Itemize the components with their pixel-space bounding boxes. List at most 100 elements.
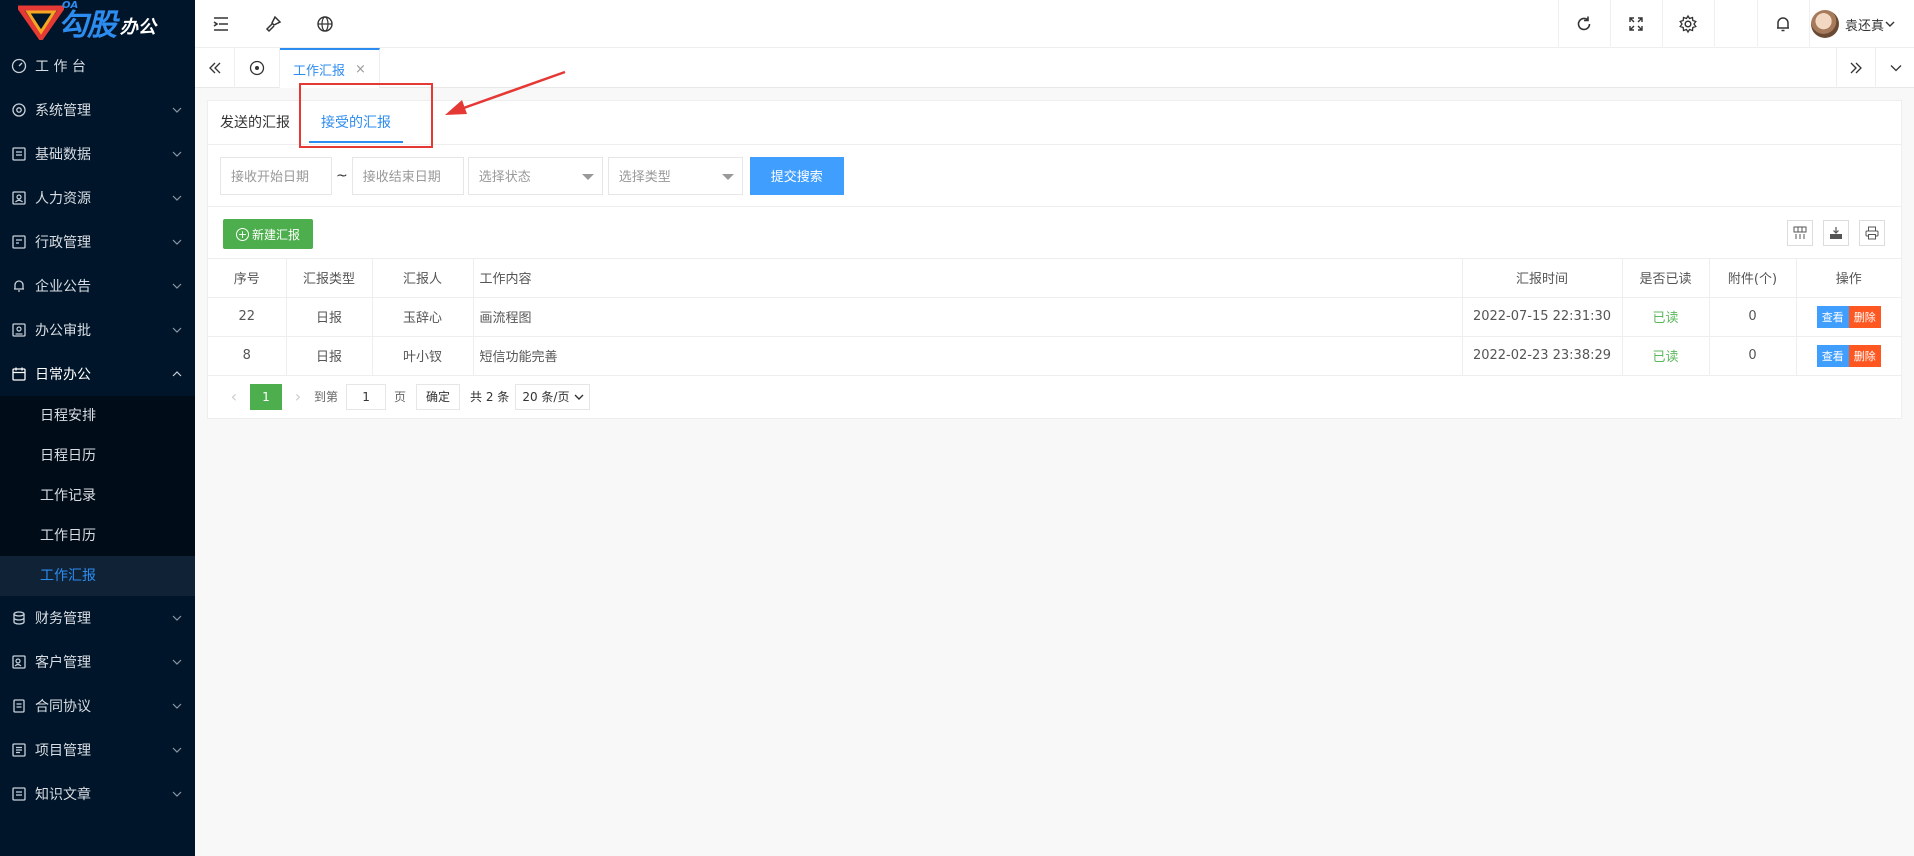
- table-header-row: 序号 汇报类型 汇报人 工作内容 汇报时间 是否已读 附件(个) 操作: [208, 259, 1901, 298]
- sidebar-item-article[interactable]: 知识文章: [0, 772, 195, 816]
- sidebar-item-customer[interactable]: 客户管理: [0, 640, 195, 684]
- home-tab-icon[interactable]: [235, 48, 280, 88]
- contract-icon: [11, 698, 27, 714]
- sidebar-item-label: 日常办公: [35, 367, 91, 383]
- column-header[interactable]: 附件(个): [1709, 259, 1797, 298]
- sidebar-item-basedata[interactable]: 基础数据: [0, 132, 195, 176]
- chevron-down-icon: [171, 192, 183, 204]
- page-size-label: 20 条/页: [522, 390, 570, 404]
- cell-time: 2022-02-23 23:38:29: [1462, 336, 1623, 376]
- cell-attachments: 0: [1709, 297, 1797, 337]
- export-icon[interactable]: [1823, 220, 1849, 246]
- column-header[interactable]: 汇报类型: [286, 259, 373, 298]
- status-select[interactable]: 选择状态: [467, 156, 603, 195]
- sidebar-item-approval[interactable]: 办公审批: [0, 308, 195, 352]
- sidebar-item-label: 行政管理: [35, 235, 91, 251]
- gear-icon[interactable]: [1662, 0, 1714, 48]
- prev-page-icon[interactable]: ‹: [224, 387, 244, 406]
- column-header[interactable]: 序号: [208, 259, 287, 298]
- tab-received-reports[interactable]: 接受的汇报: [309, 101, 403, 145]
- sidebar-subitem-work-calendar[interactable]: 工作日历: [0, 516, 195, 556]
- logo-triangle-icon: [18, 5, 64, 40]
- sidebar-item-hr[interactable]: 人力资源: [0, 176, 195, 220]
- cell-actions: 查看 删除: [1796, 297, 1901, 337]
- date-separator: ~: [336, 167, 348, 184]
- cell-time: 2022-07-15 22:31:30: [1462, 297, 1623, 337]
- scroll-left-icon[interactable]: [195, 48, 235, 88]
- report-card: 发送的汇报 接受的汇报 接收开始日期 ~ 接收结束日期 选择状态 选择类型 提交…: [207, 100, 1902, 419]
- sidebar-subitem-schedule-calendar[interactable]: 日程日历: [0, 436, 195, 476]
- globe-icon[interactable]: [299, 0, 351, 48]
- sidebar-item-project[interactable]: 项目管理: [0, 728, 195, 772]
- cell-read-status: 已读: [1622, 297, 1710, 337]
- cell-id: 22: [208, 297, 287, 337]
- user-menu[interactable]: 袁还真: [1810, 0, 1896, 48]
- chevron-down-icon: [171, 656, 183, 668]
- delete-button[interactable]: 删除: [1848, 305, 1881, 328]
- tab-sent-reports[interactable]: 发送的汇报: [220, 101, 290, 145]
- sidebar-item-notice[interactable]: 企业公告: [0, 264, 195, 308]
- cell-actions: 查看 删除: [1796, 336, 1901, 376]
- table-row[interactable]: 22 日报 玉辞心 画流程图 2022-07-15 22:31:30 已读 0 …: [208, 297, 1901, 337]
- tab-menu-chevron-icon[interactable]: [1876, 48, 1914, 88]
- print-icon[interactable]: [1859, 220, 1885, 246]
- cell-type: 日报: [286, 297, 373, 337]
- chevron-down-icon: [171, 788, 183, 800]
- scroll-right-icon[interactable]: [1836, 48, 1876, 88]
- end-date-input[interactable]: 接收结束日期: [351, 156, 464, 195]
- goto-label: 到第: [314, 390, 339, 404]
- sidebar-item-dashboard[interactable]: 工 作 台: [0, 44, 195, 88]
- logo-suffix: 办公: [120, 17, 156, 38]
- current-page[interactable]: 1: [250, 383, 282, 410]
- sidebar-item-system[interactable]: 系统管理: [0, 88, 195, 132]
- admin-icon: [11, 234, 27, 250]
- sidebar-item-admin[interactable]: 行政管理: [0, 220, 195, 264]
- chevron-down-icon: [1885, 21, 1895, 27]
- sidebar-item-label: 项目管理: [35, 743, 91, 759]
- page-number-input[interactable]: 1: [346, 383, 387, 410]
- column-header[interactable]: 汇报人: [372, 259, 474, 298]
- sidebar: OA 勾股 办公 工 作 台 系统管理 基础数据 人力资源 行政管理 企业公告 …: [0, 0, 195, 856]
- table-row[interactable]: 8 日报 叶小钗 短信功能完善 2022-02-23 23:38:29 已读 0…: [208, 336, 1901, 376]
- tab-work-report[interactable]: 工作汇报 ×: [280, 48, 380, 88]
- menu-toggle-icon[interactable]: [195, 0, 247, 48]
- refresh-icon[interactable]: [1558, 0, 1610, 48]
- column-header[interactable]: 操作: [1796, 259, 1901, 298]
- view-button[interactable]: 查看: [1816, 344, 1849, 367]
- sidebar-item-label: 合同协议: [35, 699, 91, 715]
- sidebar-item-daily[interactable]: 日常办公: [0, 352, 195, 396]
- avatar: [1810, 10, 1839, 38]
- column-header[interactable]: 汇报时间: [1462, 259, 1623, 298]
- cell-content: 画流程图: [473, 297, 1463, 337]
- sidebar-subitem-work-report[interactable]: 工作汇报: [0, 556, 195, 596]
- start-date-input[interactable]: 接收开始日期: [220, 156, 332, 195]
- brush-icon[interactable]: [247, 0, 299, 48]
- new-report-button[interactable]: + 新建汇报: [223, 219, 313, 249]
- column-header[interactable]: 工作内容: [473, 259, 1463, 298]
- database-icon: [11, 146, 27, 162]
- report-table: 序号 汇报类型 汇报人 工作内容 汇报时间 是否已读 附件(个) 操作 22 日…: [208, 259, 1901, 376]
- page-size-select[interactable]: 20 条/页: [515, 383, 591, 410]
- bell-icon[interactable]: [1757, 0, 1809, 48]
- settings-icon: [11, 102, 27, 118]
- type-select[interactable]: 选择类型: [607, 156, 743, 195]
- sidebar-item-contract[interactable]: 合同协议: [0, 684, 195, 728]
- column-header[interactable]: 是否已读: [1622, 259, 1710, 298]
- sidebar-subitem-schedule[interactable]: 日程安排: [0, 396, 195, 436]
- cell-id: 8: [208, 336, 287, 376]
- delete-button[interactable]: 删除: [1848, 344, 1881, 367]
- view-button[interactable]: 查看: [1816, 305, 1849, 328]
- next-page-icon[interactable]: ›: [288, 387, 308, 406]
- filter-bar: 接收开始日期 ~ 接收结束日期 选择状态 选择类型 提交搜索: [208, 145, 1901, 207]
- confirm-page-button[interactable]: 确定: [416, 383, 461, 410]
- search-button[interactable]: 提交搜索: [749, 156, 844, 195]
- close-icon[interactable]: ×: [355, 62, 366, 77]
- columns-filter-icon[interactable]: [1787, 220, 1813, 246]
- approval-icon: [11, 322, 27, 338]
- fullscreen-icon[interactable]: [1610, 0, 1662, 48]
- cell-read-status: 已读: [1622, 336, 1710, 376]
- sidebar-item-label: 财务管理: [35, 611, 91, 627]
- tab-label: 工作汇报: [293, 63, 346, 79]
- sidebar-item-finance[interactable]: 财务管理: [0, 596, 195, 640]
- sidebar-subitem-work-record[interactable]: 工作记录: [0, 476, 195, 516]
